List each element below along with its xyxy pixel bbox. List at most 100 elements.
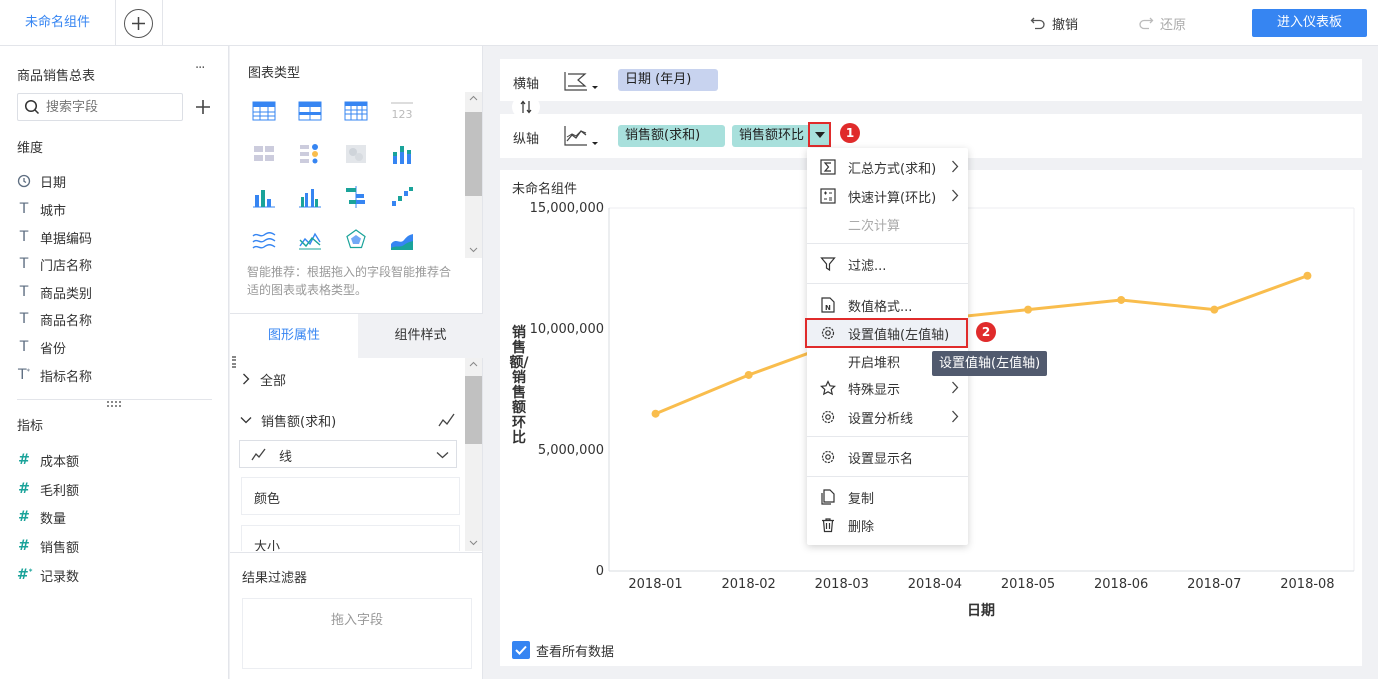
field-label: 省份 <box>40 341 67 357</box>
dimension-field-city[interactable]: T 城市 <box>17 198 66 220</box>
field-search-input[interactable] <box>46 97 176 117</box>
hash-icon: # <box>18 538 30 554</box>
multi-line-icon[interactable] <box>252 228 276 252</box>
menu-item-copy[interactable]: 复制 <box>807 483 968 511</box>
menu-label: 复制 <box>848 491 875 507</box>
show-all-data-toggle[interactable]: 查看所有数据 <box>512 641 614 660</box>
scroll-thumb[interactable] <box>465 376 482 444</box>
result-filter-dropzone[interactable]: 拖入字段 <box>242 598 472 669</box>
gear-icon <box>821 326 835 340</box>
chevron-down-icon <box>240 417 252 424</box>
pill-dropdown-button[interactable] <box>808 122 831 147</box>
dimension-field-store-name[interactable]: T 门店名称 <box>17 253 92 275</box>
menu-item-display-name[interactable]: 设置显示名 <box>807 443 968 471</box>
dimension-field-product-name[interactable]: T 商品名称 <box>17 308 92 330</box>
add-field-icon[interactable] <box>194 98 212 116</box>
y-axis-pill-sales-sum[interactable]: 销售额(求和) <box>618 125 725 147</box>
data-point[interactable] <box>1303 271 1312 280</box>
menu-item-special-display[interactable]: 特殊显示 <box>807 374 968 402</box>
dimension-field-date[interactable]: 日期 <box>17 170 66 192</box>
data-point[interactable] <box>744 370 753 379</box>
scroll-down-icon[interactable] <box>469 540 478 546</box>
size-property[interactable]: 大小 <box>241 525 460 551</box>
dimension-field-province[interactable]: T 省份 <box>17 336 66 358</box>
data-point[interactable] <box>651 409 660 418</box>
cross-table-icon[interactable] <box>344 99 368 123</box>
waterfall-icon[interactable] <box>390 185 414 209</box>
tab-component-style[interactable]: 组件样式 <box>358 314 483 358</box>
undo-label: 撤销 <box>1052 17 1079 33</box>
kpi-card-icon[interactable] <box>252 142 276 166</box>
scroll-thumb[interactable] <box>465 112 482 196</box>
area-chart-icon[interactable] <box>390 228 414 252</box>
menu-item-delete[interactable]: 删除 <box>807 511 968 539</box>
menu-label: 汇总方式(求和) <box>848 161 937 177</box>
component-tab[interactable]: 未命名组件 <box>0 0 116 46</box>
y-tick-label: 5,000,000 <box>538 443 604 458</box>
menu-item-analysis-line[interactable]: 设置分析线 <box>807 403 968 431</box>
checkbox-checked-icon[interactable] <box>512 641 530 659</box>
data-point[interactable] <box>1210 305 1219 314</box>
horizontal-bar-icon[interactable] <box>344 185 368 209</box>
x-tick-label: 2018-03 <box>815 577 869 592</box>
mark-type-select[interactable]: 线 <box>239 440 457 468</box>
x-tick-label: 2018-02 <box>722 577 776 592</box>
enter-dashboard-button[interactable]: 进入仪表板 <box>1252 9 1367 37</box>
scroll-down-icon[interactable] <box>469 247 478 253</box>
grouped-bar-icon[interactable] <box>298 185 322 209</box>
scroll-up-icon[interactable] <box>469 95 478 101</box>
size-label: 大小 <box>254 540 281 551</box>
heat-map-icon[interactable] <box>344 142 368 166</box>
radar-chart-icon[interactable] <box>344 228 368 252</box>
redo-button[interactable]: 还原 <box>1138 13 1186 33</box>
y-tick-label: 10,000,000 <box>530 322 604 337</box>
line-type-icon <box>251 448 266 461</box>
dot-map-icon[interactable] <box>298 142 322 166</box>
menu-label: 设置值轴(左值轴) <box>848 327 950 343</box>
measure-field-record-count[interactable]: #* 记录数 <box>17 564 79 586</box>
series-row[interactable]: 销售额(求和) <box>240 409 336 431</box>
x-tick-label: 2018-04 <box>908 577 962 592</box>
kpi-number-icon[interactable]: 123 <box>390 99 414 123</box>
menu-label: 设置显示名 <box>848 451 914 467</box>
menu-item-set-value-axis[interactable]: 设置值轴(左值轴) <box>805 318 968 348</box>
line-chart-icon[interactable] <box>298 228 322 252</box>
dataset-more-icon[interactable]: ··· <box>195 61 205 76</box>
axis-type-icon[interactable] <box>563 70 601 92</box>
panel-drag-handle-icon[interactable] <box>232 356 236 368</box>
color-property[interactable]: 颜色 <box>241 477 460 515</box>
measure-field-cost[interactable]: # 成本额 <box>17 449 79 471</box>
field-label: 数量 <box>40 511 67 527</box>
tab-graph-properties[interactable]: 图形属性 <box>230 314 358 358</box>
field-label: 记录数 <box>40 569 80 585</box>
all-series-row[interactable]: 全部 <box>242 368 286 390</box>
menu-divider <box>807 283 968 284</box>
plus-icon <box>132 17 145 30</box>
dimension-field-indicator-name[interactable]: T* 指标名称 <box>17 364 92 386</box>
stacked-bar-icon[interactable] <box>390 142 414 166</box>
measure-field-sales[interactable]: # 销售额 <box>17 535 79 557</box>
x-axis-pill-date[interactable]: 日期 (年月) <box>618 69 718 91</box>
dimension-field-doc-code[interactable]: T 单据编码 <box>17 226 92 248</box>
menu-item-aggregation[interactable]: 汇总方式(求和) <box>807 153 968 181</box>
pill-label: 销售额环比 <box>739 128 805 143</box>
detail-table-icon[interactable] <box>252 99 276 123</box>
add-component-button[interactable] <box>124 9 153 38</box>
dimension-field-product-category[interactable]: T 商品类别 <box>17 281 92 303</box>
scroll-up-icon[interactable] <box>469 361 478 367</box>
data-point[interactable] <box>1024 305 1033 314</box>
properties-scrollbar[interactable] <box>465 358 482 551</box>
group-table-icon[interactable] <box>298 99 322 123</box>
bar-chart-icon[interactable] <box>252 185 276 209</box>
divider <box>162 0 163 46</box>
chart-type-scrollbar[interactable] <box>465 92 482 258</box>
menu-item-quick-calc[interactable]: 快速计算(环比) <box>807 182 968 210</box>
measure-field-quantity[interactable]: # 数量 <box>17 506 66 528</box>
menu-item-filter[interactable]: 过滤... <box>807 250 968 278</box>
undo-button[interactable]: 撤销 <box>1030 13 1078 33</box>
menu-item-number-format[interactable]: N 数值格式... <box>807 291 968 319</box>
data-point[interactable] <box>1117 295 1126 304</box>
line-chart-type-icon[interactable] <box>563 124 601 148</box>
drag-handle-icon[interactable] <box>107 401 121 407</box>
measure-field-gross-profit[interactable]: # 毛利额 <box>17 478 79 500</box>
